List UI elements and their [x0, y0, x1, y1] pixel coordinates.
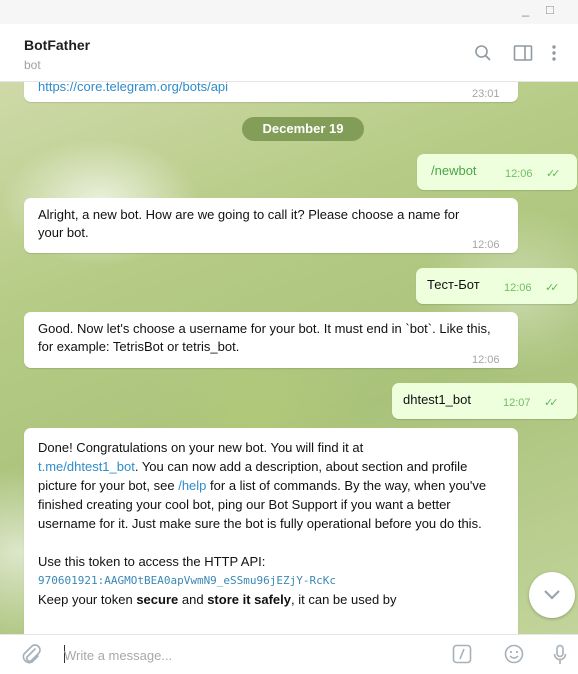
message-text: Use this token to access the HTTP API: [38, 554, 266, 569]
chat-header: BotFather bot [0, 24, 578, 82]
message-bubble-outgoing: dhtest1_bot 12:07 ✓✓ [392, 383, 577, 419]
bot-command-icon[interactable] [452, 644, 472, 669]
message-list[interactable]: https://core.telegram.org/bots/api 23:01… [0, 82, 578, 634]
message-time: 12:06 [472, 354, 500, 366]
microphone-icon[interactable] [553, 644, 567, 671]
chevron-down-icon [544, 590, 560, 600]
message-bubble-outgoing: /newbot 12:06 ✓✓ [417, 154, 577, 190]
message-text: dhtest1_bot [403, 392, 471, 407]
message-time: 23:01 [472, 88, 500, 100]
message-text: Done! Congratulations on your new bot. Y… [38, 440, 364, 455]
chat-subtitle: bot [24, 58, 41, 72]
double-check-icon: ✓✓ [545, 282, 560, 294]
message-text-bold: secure [136, 592, 179, 607]
message-time: 12:06 [505, 168, 533, 180]
message-bubble-incoming: Done! Congratulations on your new bot. Y… [24, 428, 518, 634]
message-bubble-incoming: Good. Now let's choose a username for yo… [24, 312, 518, 368]
message-text: Тест-Бот [427, 277, 480, 292]
message-text: Keep your token [38, 592, 133, 607]
maximize-button[interactable]: □ [546, 2, 554, 17]
minimize-button[interactable]: _ [522, 2, 529, 17]
attach-icon[interactable] [20, 643, 42, 672]
message-text: Alright, a new bot. How are we going to … [38, 207, 460, 240]
api-token[interactable]: 970601921:AAGMOtBEA0apVwmN9_eSSmu96jEZjY… [38, 571, 508, 590]
scroll-to-bottom-button[interactable] [529, 572, 575, 618]
emoji-icon[interactable] [504, 644, 524, 669]
message-text: , it can be used by [291, 592, 397, 607]
message-bubble-incoming: https://core.telegram.org/bots/api 23:01 [24, 82, 518, 102]
message-time: 12:07 [503, 397, 531, 409]
search-icon[interactable] [474, 44, 492, 67]
api-link[interactable]: https://core.telegram.org/bots/api [38, 82, 228, 96]
help-command[interactable]: /help [178, 478, 206, 493]
message-text-bold: store it safely [207, 592, 292, 607]
chat-title[interactable]: BotFather [24, 37, 90, 53]
double-check-icon: ✓✓ [546, 168, 561, 180]
sidebar-toggle-icon[interactable] [513, 44, 533, 67]
message-bubble-incoming: Alright, a new bot. How are we going to … [24, 198, 518, 253]
message-time: 12:06 [472, 239, 500, 251]
message-body: Done! Congratulations on your new bot. Y… [38, 438, 508, 609]
window-titlebar: _ □ [0, 0, 578, 24]
message-text: Good. Now let's choose a username for yo… [38, 321, 491, 354]
date-separator: December 19 [242, 117, 364, 141]
message-bubble-outgoing: Тест-Бот 12:06 ✓✓ [416, 268, 577, 304]
message-composer [0, 634, 578, 674]
command-text[interactable]: /newbot [431, 163, 477, 178]
message-input[interactable] [62, 643, 426, 667]
double-check-icon: ✓✓ [544, 397, 559, 409]
bot-link[interactable]: t.me/dhtest1_bot [38, 459, 135, 474]
message-time: 12:06 [504, 282, 532, 294]
more-menu-icon[interactable] [551, 44, 557, 67]
telegram-window: _ □ BotFather bot https://core.telegram.… [0, 0, 578, 674]
message-text: and [181, 592, 204, 607]
